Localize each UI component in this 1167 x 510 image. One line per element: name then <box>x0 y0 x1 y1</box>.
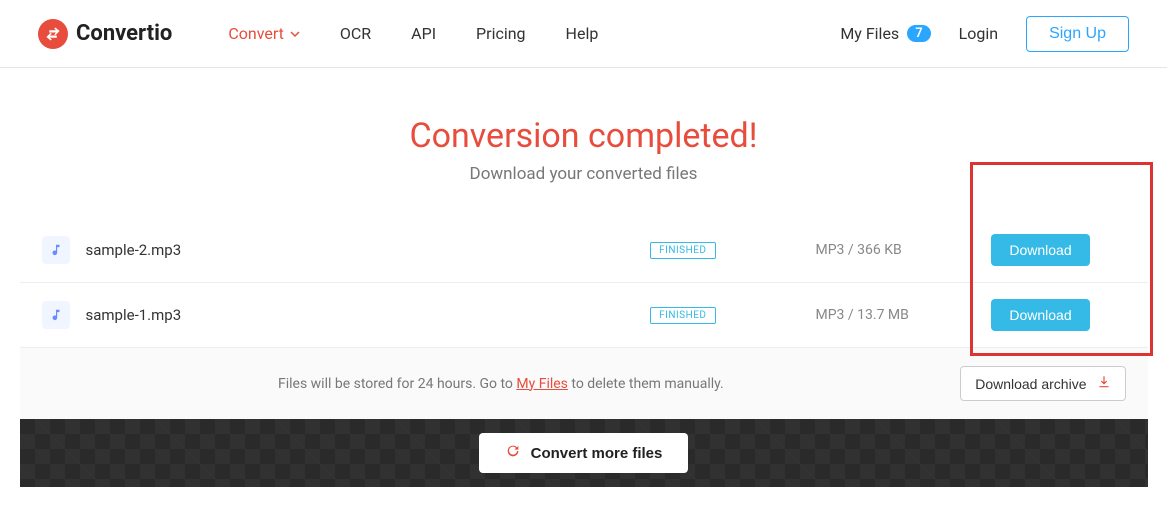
download-icon <box>1097 375 1111 392</box>
storage-note-before: Files will be stored for 24 hours. Go to <box>278 376 516 392</box>
download-button[interactable]: Download <box>991 299 1089 331</box>
page-title: Conversion completed! <box>20 116 1148 156</box>
file-info: MP3 / 366 KB <box>816 242 936 258</box>
signup-button[interactable]: Sign Up <box>1026 16 1129 52</box>
my-files-inline-link[interactable]: My Files <box>516 376 568 392</box>
files-panel: sample-2.mp3 FINISHED MP3 / 366 KB Downl… <box>20 218 1148 419</box>
refresh-icon <box>505 443 521 463</box>
storage-note-after: to delete them manually. <box>568 376 724 392</box>
file-left: sample-2.mp3 <box>42 236 651 264</box>
download-archive-button[interactable]: Download archive <box>960 366 1125 401</box>
status-badge: FINISHED <box>650 307 715 324</box>
nav-api[interactable]: API <box>411 24 436 43</box>
my-files-link[interactable]: My Files 7 <box>840 24 930 43</box>
music-note-icon <box>42 301 70 329</box>
main-container: Conversion completed! Download your conv… <box>20 116 1148 487</box>
file-row: sample-2.mp3 FINISHED MP3 / 366 KB Downl… <box>20 218 1148 283</box>
download-col: Download <box>956 234 1126 266</box>
nav-pricing[interactable]: Pricing <box>476 24 526 43</box>
page-title-block: Conversion completed! Download your conv… <box>20 116 1148 184</box>
convert-arrows-icon <box>38 19 68 49</box>
nav-convert[interactable]: Convert <box>228 24 300 43</box>
header: Convertio Convert OCR API Pricing Help M… <box>0 0 1167 68</box>
download-col: Download <box>956 299 1126 331</box>
brand-name: Convertio <box>76 21 172 46</box>
convert-more-label: Convert more files <box>531 445 663 462</box>
file-row: sample-1.mp3 FINISHED MP3 / 13.7 MB Down… <box>20 283 1148 348</box>
status-badge: FINISHED <box>650 242 715 259</box>
download-button[interactable]: Download <box>991 234 1089 266</box>
nav-convert-label: Convert <box>228 24 284 43</box>
convert-more-button[interactable]: Convert more files <box>479 433 689 473</box>
file-name: sample-2.mp3 <box>86 241 182 259</box>
file-name: sample-1.mp3 <box>86 306 182 324</box>
download-archive-label: Download archive <box>975 376 1086 392</box>
nav-ocr[interactable]: OCR <box>340 24 371 43</box>
main-nav: Convert OCR API Pricing Help <box>228 24 598 43</box>
file-left: sample-1.mp3 <box>42 301 651 329</box>
music-note-icon <box>42 236 70 264</box>
bottom-bar: Convert more files <box>20 419 1148 487</box>
file-info: MP3 / 13.7 MB <box>816 307 936 323</box>
my-files-label: My Files <box>840 24 899 43</box>
nav-help[interactable]: Help <box>566 24 599 43</box>
login-link[interactable]: Login <box>959 24 998 43</box>
logo[interactable]: Convertio <box>38 19 172 49</box>
panel-footer: Files will be stored for 24 hours. Go to… <box>20 348 1148 419</box>
page-subtitle: Download your converted files <box>20 164 1148 184</box>
header-right: My Files 7 Login Sign Up <box>840 16 1129 52</box>
storage-note: Files will be stored for 24 hours. Go to… <box>42 376 961 392</box>
chevron-down-icon <box>290 24 300 43</box>
my-files-count-badge: 7 <box>907 25 930 42</box>
